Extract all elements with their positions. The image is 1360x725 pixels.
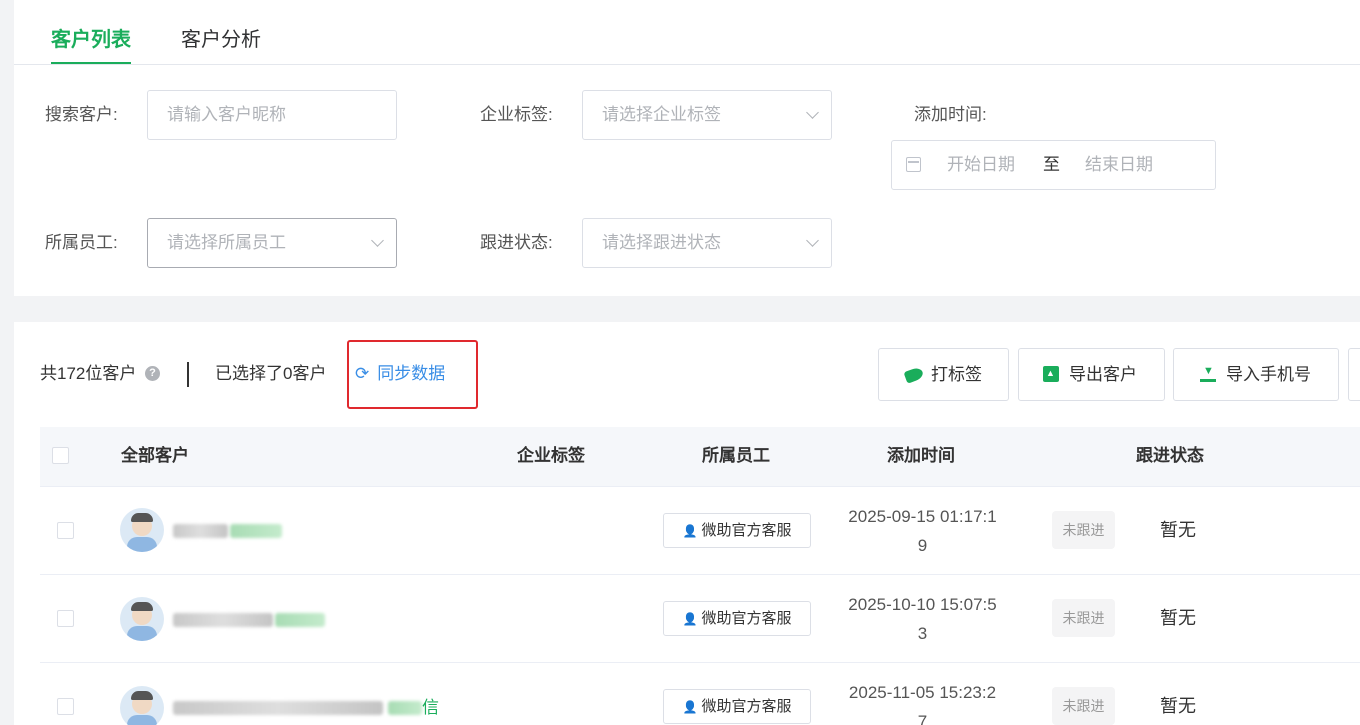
status-badge: 未跟进 (1052, 687, 1115, 725)
customer-count: 共172位客户 (40, 364, 137, 383)
blurred-name (388, 701, 422, 715)
filter-panel: 客户列表 客户分析 搜索客户: 请输入客户昵称 企业标签: 请选择企业标签 添加… (14, 0, 1360, 296)
status-badge: 未跟进 (1052, 599, 1115, 637)
more-button[interactable] (1348, 348, 1360, 401)
follow-note: 暂无 (1160, 608, 1196, 628)
chevron-down-icon (371, 234, 384, 247)
blurred-name (230, 524, 282, 538)
tab-bar: 客户列表 客户分析 (14, 0, 1360, 65)
tag-button-label: 打标签 (931, 365, 982, 384)
table-row[interactable]: 👤 微助官方客服 2025-10-10 15:07:5 3 未跟进 暂无 (40, 575, 1360, 663)
time-label: 添加时间: (914, 105, 987, 124)
customer-list-panel: 共172位客户 ? 已选择了0客户 ⟳ 同步数据 打标签 导出客户 导入手机号 全… (14, 322, 1360, 725)
blurred-name (173, 701, 383, 715)
added-time-line: 3 (917, 624, 928, 643)
selected-count: 已选择了0客户 (215, 364, 327, 383)
avatar (120, 686, 164, 725)
column-status: 跟进状态 (1136, 446, 1204, 465)
tag-select[interactable]: 请选择企业标签 (582, 90, 832, 140)
tag-icon (903, 366, 925, 384)
download-icon (1200, 365, 1216, 382)
export-button[interactable]: 导出客户 (1018, 348, 1165, 401)
column-time: 添加时间 (887, 446, 955, 465)
follow-note: 暂无 (1160, 520, 1196, 540)
staff-placeholder: 请选择所属员工 (167, 233, 286, 252)
search-placeholder: 请输入客户昵称 (167, 105, 286, 124)
column-tag: 企业标签 (517, 446, 585, 465)
column-staff: 所属员工 (702, 446, 770, 465)
row-checkbox[interactable] (57, 610, 74, 627)
search-label: 搜索客户: (45, 105, 118, 124)
sync-data-label: 同步数据 (377, 364, 446, 383)
added-time-line: 2025-11-05 15:23:2 (848, 683, 997, 702)
added-time-line: 2025-09-15 01:17:1 (848, 507, 997, 526)
date-range-picker[interactable]: 开始日期 至 结束日期 (891, 140, 1216, 190)
select-all-checkbox[interactable] (52, 447, 69, 464)
column-customer: 全部客户 (121, 446, 189, 465)
active-tab-indicator (51, 62, 131, 64)
staff-tag: 👤 微助官方客服 (663, 601, 811, 636)
import-button-label: 导入手机号 (1226, 365, 1311, 384)
end-date-placeholder[interactable]: 结束日期 (1085, 155, 1153, 175)
table-header: 全部客户 企业标签 所属员工 添加时间 跟进状态 (40, 427, 1360, 487)
date-separator: 至 (1043, 155, 1060, 174)
chevron-down-icon (806, 234, 819, 247)
person-icon: 👤 (682, 700, 698, 714)
search-input[interactable]: 请输入客户昵称 (147, 90, 397, 140)
added-time-line: 9 (917, 536, 928, 555)
staff-name: 微助官方客服 (701, 610, 792, 627)
status-placeholder: 请选择跟进状态 (602, 233, 721, 252)
added-time-line: 2025-10-10 15:07:5 (848, 595, 997, 614)
row-checkbox[interactable] (57, 522, 74, 539)
divider (187, 362, 189, 387)
person-icon: 👤 (682, 524, 698, 538)
staff-select[interactable]: 请选择所属员工 (147, 218, 397, 268)
blurred-name (173, 524, 228, 538)
chevron-down-icon (806, 106, 819, 119)
calendar-icon (906, 157, 921, 172)
export-button-label: 导出客户 (1069, 365, 1137, 384)
added-time-line: 7 (917, 712, 928, 725)
follow-note: 暂无 (1160, 696, 1196, 716)
status-badge: 未跟进 (1052, 511, 1115, 549)
avatar (120, 508, 164, 552)
added-time: 2025-11-05 15:23:2 7 (840, 678, 1005, 725)
person-icon: 👤 (682, 612, 698, 626)
row-checkbox[interactable] (57, 698, 74, 715)
name-suffix: 信 (422, 698, 439, 717)
staff-name: 微助官方客服 (701, 522, 792, 539)
avatar (120, 597, 164, 641)
blurred-name (173, 613, 273, 627)
status-label: 跟进状态: (480, 233, 553, 252)
staff-tag: 👤 微助官方客服 (663, 513, 811, 548)
table-row[interactable]: 👤 微助官方客服 2025-09-15 01:17:1 9 未跟进 暂无 (40, 487, 1360, 575)
added-time: 2025-10-10 15:07:5 3 (840, 590, 1005, 648)
sync-data-button[interactable]: ⟳ 同步数据 (355, 363, 445, 385)
added-time: 2025-09-15 01:17:1 9 (840, 502, 1005, 560)
start-date-placeholder[interactable]: 开始日期 (947, 155, 1015, 175)
import-phone-button[interactable]: 导入手机号 (1173, 348, 1339, 401)
table-row[interactable]: 信 👤 微助官方客服 2025-11-05 15:23:2 7 未跟进 暂无 (40, 663, 1360, 725)
staff-label: 所属员工: (45, 233, 118, 252)
help-icon[interactable]: ? (145, 366, 160, 381)
refresh-icon: ⟳ (355, 364, 370, 383)
export-icon (1043, 366, 1059, 382)
tab-customer-list[interactable]: 客户列表 (51, 28, 131, 52)
tag-button[interactable]: 打标签 (878, 348, 1009, 401)
status-select[interactable]: 请选择跟进状态 (582, 218, 832, 268)
staff-tag: 👤 微助官方客服 (663, 689, 811, 724)
tab-customer-analysis[interactable]: 客户分析 (181, 28, 261, 52)
tag-placeholder: 请选择企业标签 (602, 105, 721, 124)
blurred-name (275, 613, 325, 627)
tag-label: 企业标签: (480, 105, 553, 124)
staff-name: 微助官方客服 (701, 698, 792, 715)
